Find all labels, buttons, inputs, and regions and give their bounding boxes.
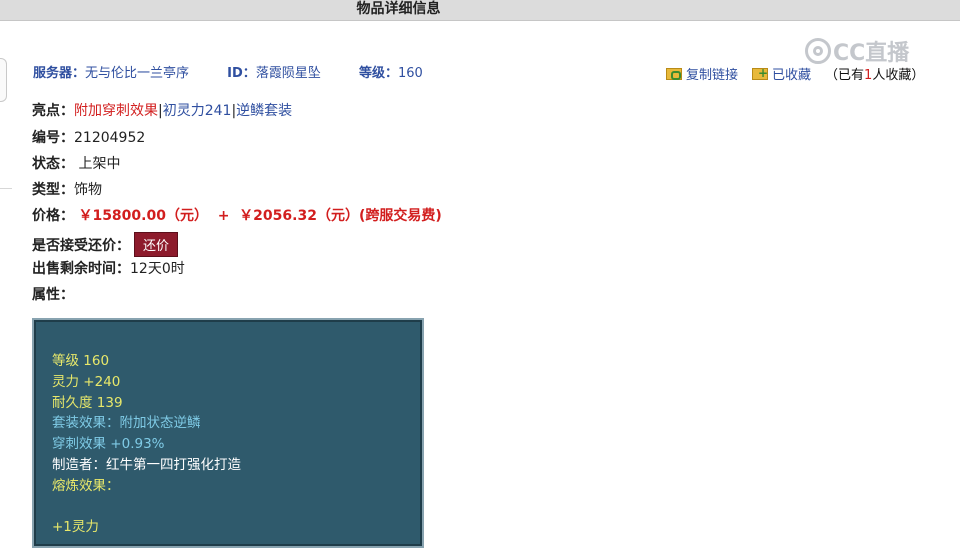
- left-panel-tab[interactable]: [0, 58, 7, 102]
- favorite-count: （已有1人收藏）: [825, 68, 925, 83]
- level-label: 等级：: [358, 66, 398, 81]
- favorite-icon: [752, 66, 768, 80]
- attributes-label: 属性：: [32, 287, 74, 303]
- copy-link-icon: [666, 67, 682, 80]
- bargain-label: 是否接受还价：: [32, 238, 130, 254]
- highlight-row: 亮点：附加穿刺效果|初灵力241|逆鳞套装: [32, 100, 292, 120]
- time-left-label: 出售剩余时间：: [32, 261, 130, 277]
- attr-level: 等级 160: [52, 353, 110, 369]
- left-divider: [0, 188, 12, 189]
- number-value: 21204952: [74, 130, 146, 146]
- item-tools: 复制链接 已收藏 （已有1人收藏）: [666, 64, 924, 83]
- highlight-pierce: 附加穿刺效果: [74, 103, 158, 119]
- status-row: 状态： 上架中: [32, 153, 120, 173]
- attributes-row: 属性：: [32, 284, 74, 304]
- attr-set-effect: 套装效果：附加状态逆鳞: [52, 415, 201, 431]
- time-left-value: 12天0时: [130, 261, 185, 277]
- server-label: 服务器：: [33, 66, 86, 81]
- attr-smelt: 熔炼效果：: [52, 478, 120, 494]
- attr-maker: 制造者：红牛第一四打强化打造: [52, 457, 241, 473]
- status-label: 状态：: [32, 156, 74, 172]
- number-row: 编号：21204952: [32, 127, 145, 147]
- page-title: 物品详细信息: [356, 1, 441, 17]
- attr-durability: 耐久度 139: [52, 395, 123, 411]
- server-value: 无与伦比一兰亭序: [85, 66, 190, 81]
- watermark-text: CC直播: [833, 41, 910, 66]
- favorite-label: 已收藏: [772, 68, 812, 83]
- watermark: CC直播: [805, 36, 909, 66]
- type-label: 类型：: [32, 182, 74, 198]
- title-bar: 物品详细信息: [0, 0, 960, 21]
- attr-pierce: 穿刺效果 +0.93%: [52, 436, 165, 452]
- level-value: 160: [397, 66, 423, 81]
- highlight-set: 逆鳞套装: [236, 103, 293, 119]
- time-left-row: 出售剩余时间：12天0时: [32, 258, 185, 278]
- favorite-button[interactable]: 已收藏: [752, 64, 811, 83]
- attributes-panel: 等级 160 灵力 +240 耐久度 139 套装效果：附加状态逆鳞 穿刺效果 …: [32, 318, 424, 548]
- copy-link-label: 复制链接: [686, 68, 739, 83]
- id-label: ID：: [227, 66, 256, 81]
- bargain-row: 是否接受还价： 还价: [32, 232, 179, 257]
- highlight-label: 亮点：: [32, 103, 74, 119]
- number-label: 编号：: [32, 130, 74, 146]
- type-value: 饰物: [74, 182, 102, 198]
- copy-link-button[interactable]: 复制链接: [666, 64, 738, 83]
- attr-spirit: 灵力 +240: [52, 374, 121, 390]
- price-value: ￥15800.00（元） + ￥2056.32（元）(跨服交易费): [78, 208, 442, 224]
- price-label: 价格：: [32, 208, 74, 224]
- highlight-spirit: 初灵力241: [162, 103, 232, 119]
- attr-smelt-value: +1灵力: [52, 519, 99, 535]
- server-info-row: 服务器：无与伦比一兰亭序 ID：落霞陨星坠 等级：160: [33, 62, 423, 81]
- price-row: 价格： ￥15800.00（元） + ￥2056.32（元）(跨服交易费): [32, 205, 442, 225]
- status-value: 上架中: [78, 156, 121, 172]
- counter-offer-button[interactable]: 还价: [134, 232, 179, 257]
- attr-maker-line: 制造者：红牛第一四打强化打造: [52, 453, 241, 473]
- id-value: 落霞陨星坠: [255, 66, 321, 81]
- type-row: 类型：饰物: [32, 179, 102, 199]
- cc-logo-icon: [805, 38, 831, 64]
